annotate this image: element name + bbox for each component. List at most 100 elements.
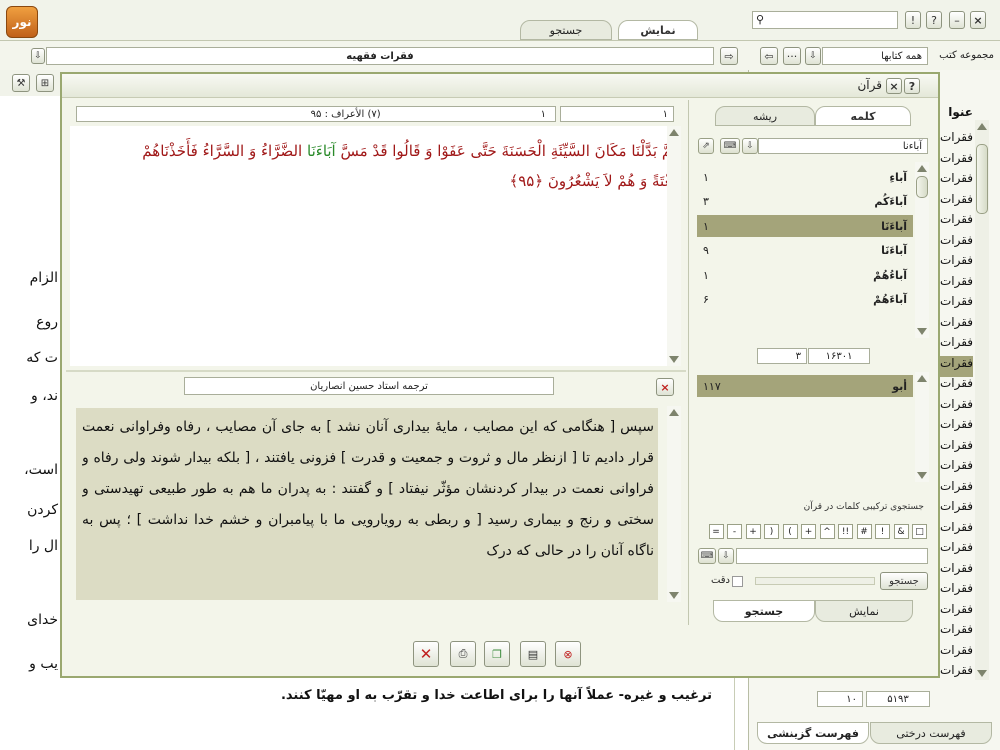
printer-icon: ⎙ <box>458 647 468 660</box>
back-button[interactable]: ⇦ <box>760 47 778 65</box>
collection-select[interactable]: همه کتابها <box>822 47 928 65</box>
root-scrollbar[interactable] <box>915 372 929 482</box>
settings-icon[interactable]: ⚒ <box>12 74 30 92</box>
combo-input[interactable] <box>736 548 928 564</box>
exit-button[interactable]: ⊗ <box>555 641 581 667</box>
precision-label: دقت <box>710 575 730 586</box>
tab-filter-list[interactable]: فهرست گزینشی <box>757 722 869 744</box>
verse-part-1: ثُمَّ بَدَّلْنَا مَكَانَ السَّيِّئَةِ ال… <box>340 142 676 160</box>
tab-side-display[interactable]: نمایش <box>815 600 913 622</box>
path-field[interactable]: فقرات فقهیه <box>46 47 714 65</box>
arrow-left-icon: ⇦ <box>764 49 774 63</box>
tab-display[interactable]: نمایش <box>618 20 698 40</box>
forward-button[interactable]: ⇨ <box>720 47 738 65</box>
copy-button[interactable]: ❐ <box>484 641 510 667</box>
word-text: آباءُهُمْ <box>873 268 907 282</box>
exit-icon: ⊗ <box>563 647 573 661</box>
table-icon[interactable]: ⊞ <box>36 74 54 92</box>
bg-line: یب و <box>29 656 58 672</box>
word-text: آباءَهُمْ <box>873 293 907 306</box>
app-logo[interactable]: نور <box>6 6 38 38</box>
tab-search[interactable]: جستجو <box>520 20 612 40</box>
bg-line: الزام <box>29 270 58 286</box>
translation-title: ترجمه استاد حسین انصاریان <box>184 377 554 395</box>
translation-close-button[interactable]: × <box>656 378 674 396</box>
combo-key[interactable]: !! <box>838 524 853 539</box>
page-field-b[interactable]: ۱۰ <box>817 691 863 707</box>
note-button[interactable]: ▤ <box>520 641 546 667</box>
word-scrollbar[interactable] <box>915 162 929 338</box>
more-button[interactable]: ··· <box>783 47 801 65</box>
word-search-input[interactable]: آباءنا <box>758 138 928 154</box>
combo-search-button[interactable]: جستجو <box>880 572 928 590</box>
combo-key[interactable]: - <box>727 524 742 539</box>
scroll-thumb[interactable] <box>976 144 988 214</box>
word-scroll-thumb[interactable] <box>916 176 928 198</box>
verse-part-2: الضَّرَّاءُ وَ السَّرَّاءُ فَأَخَذْنَاهُ… <box>142 142 303 160</box>
dialog-close-button[interactable]: × <box>886 78 902 94</box>
print-button[interactable]: ⎙ <box>450 641 476 667</box>
word-total: ۱۶۳۰۱ <box>808 348 870 364</box>
word-text: آباءِ <box>889 170 907 184</box>
combo-keyboard-icon[interactable]: ⌨ <box>698 548 716 564</box>
search-text[interactable] <box>771 14 892 26</box>
verse-field-2[interactable]: ۱ (۷) الأعراف : ۹۵ <box>76 106 556 122</box>
minimize-button[interactable]: – <box>949 11 965 29</box>
translation-scrollbar[interactable] <box>667 406 681 602</box>
collection-dropdown-button[interactable]: ⇩ <box>805 47 821 65</box>
word-row[interactable]: آباءَهُمْ ۶ <box>697 289 913 311</box>
combo-key[interactable]: + <box>745 524 761 539</box>
word-row[interactable]: آباءَنَا ۹ <box>697 240 913 262</box>
page-field-a[interactable]: ۵۱۹۳ <box>866 691 930 707</box>
translation-text: سپس [ هنگامی که این مصایب ، مایهٔ بیداری… <box>82 419 654 559</box>
dialog-help-button[interactable]: ? <box>904 78 920 94</box>
bg-bottom-line: ترغیب و غیره- عملاً آنها را برای اطاعت خ… <box>280 688 712 703</box>
verse-field-1[interactable]: ۱ <box>560 106 674 122</box>
bg-line: روع <box>36 314 58 330</box>
surah-label: (۷) الأعراف : ۹۵ <box>310 108 381 120</box>
word-row[interactable]: آباءُهُمْ ۱ <box>697 264 913 286</box>
verse-scrollbar[interactable] <box>667 126 681 366</box>
info-button[interactable]: ! <box>905 11 921 29</box>
dialog-title: قرآن <box>857 78 882 92</box>
tab-side-search[interactable]: جستجو <box>713 600 815 622</box>
combo-key[interactable]: ! <box>875 524 890 539</box>
copy-icon: ❐ <box>492 647 502 661</box>
word-row[interactable]: آباءَكُم ۳ <box>697 191 913 213</box>
combo-key[interactable]: ^ <box>819 524 835 539</box>
bg-line: کردن <box>27 502 58 518</box>
verse-highlight-word[interactable]: آبَاءَنَا <box>307 142 336 160</box>
bg-line: خدای <box>27 612 58 628</box>
tab-root[interactable]: ریشه <box>715 106 815 126</box>
dropdown-button[interactable]: ⇩ <box>31 48 45 64</box>
combo-key[interactable]: □ <box>912 524 927 539</box>
root-row[interactable]: أبو ۱۱۷ <box>697 375 913 397</box>
word-row[interactable]: آباءِ ۱ <box>697 166 913 188</box>
collection-label: مجموعه کتب <box>939 50 994 61</box>
right-scrollbar[interactable] <box>975 120 989 680</box>
combo-key[interactable]: = <box>708 524 724 539</box>
word-row[interactable]: آباءَنَا ۱ <box>697 215 913 237</box>
close-window-button[interactable]: × <box>970 11 986 29</box>
combo-key[interactable]: + <box>801 524 816 539</box>
export-icon[interactable]: ⇗ <box>698 138 714 154</box>
combo-progress <box>755 577 875 585</box>
bg-line: ال را <box>28 538 58 554</box>
tab-word[interactable]: کلمه <box>815 106 911 126</box>
keyboard-icon[interactable]: ⌨ <box>720 138 740 154</box>
combo-key[interactable]: & <box>893 524 909 539</box>
tab-tree-list[interactable]: فهرست درختی <box>870 722 992 744</box>
combo-key[interactable]: ( <box>782 524 798 539</box>
close-button[interactable]: ✕ <box>413 641 439 667</box>
word-dropdown-button[interactable]: ⇩ <box>742 138 758 154</box>
precision-checkbox[interactable] <box>732 576 743 587</box>
combo-key[interactable]: ) <box>764 524 779 539</box>
help-button[interactable]: ? <box>926 11 942 29</box>
search-input[interactable]: ⚲ <box>752 11 898 29</box>
root-count: ۱۱۷ <box>703 379 721 393</box>
note-icon: ▤ <box>527 647 539 661</box>
combo-dropdown-button[interactable]: ⇩ <box>718 548 734 564</box>
combo-key[interactable]: # <box>856 524 872 539</box>
word-text: آباءَنَا <box>881 244 907 257</box>
verse-text: ثُمَّ بَدَّلْنَا مَكَانَ السَّيِّئَةِ ال… <box>90 136 676 196</box>
